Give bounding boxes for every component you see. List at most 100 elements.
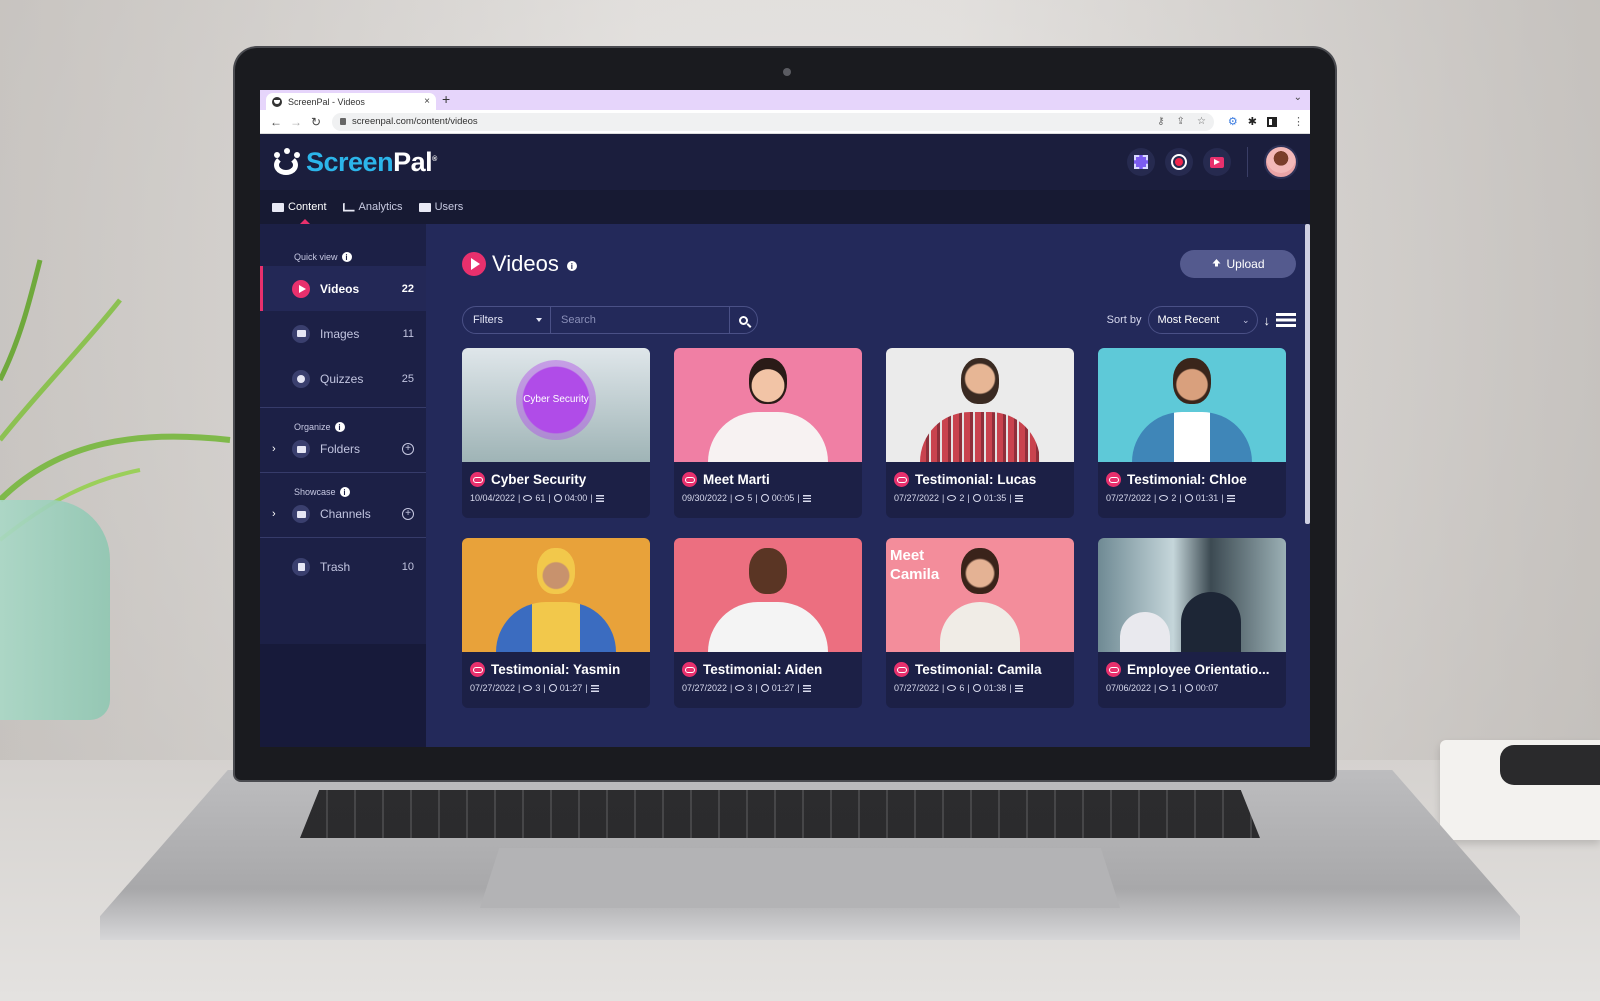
extensions-puzzle-icon[interactable]: ✱ <box>1248 115 1257 128</box>
sort-select[interactable]: Most Recent ⌄ <box>1147 306 1258 334</box>
video-thumbnail[interactable]: Meet Camila <box>886 538 1074 652</box>
share-link-icon[interactable] <box>894 472 909 487</box>
channel-monitor-icon <box>292 505 310 523</box>
video-views: 2 <box>1171 493 1177 503</box>
video-card[interactable]: Testimonial: Yasmin 07/27/2022 | 3 | 01:27… <box>462 538 650 708</box>
video-card[interactable]: Testimonial: Aiden 07/27/2022 | 3 | 01:27 | <box>674 538 862 708</box>
main-content: Videos i Upload Filters Sort by <box>426 224 1310 747</box>
video-card[interactable]: Employee Orientatio... 07/06/2022 | 1 | 00… <box>1098 538 1286 708</box>
tab-users[interactable]: Users <box>418 201 463 213</box>
video-thumbnail[interactable] <box>674 538 862 652</box>
share-link-icon[interactable] <box>894 662 909 677</box>
info-icon[interactable]: i <box>339 487 350 497</box>
video-meta: 07/27/2022 | 3 | 01:27 | <box>682 683 854 693</box>
lock-icon <box>340 118 346 125</box>
video-views: 5 <box>747 493 753 503</box>
more-menu-icon[interactable] <box>590 684 599 692</box>
share-link-icon[interactable] <box>1106 472 1121 487</box>
sidebar-item-label: Quizzes <box>320 371 364 386</box>
video-date: 07/06/2022 <box>1106 683 1152 693</box>
laptop-screen: ScreenPal - Videos × + ⌄ ← → ↻ screenpal… <box>260 90 1310 747</box>
chevron-right-icon[interactable]: › <box>272 443 276 455</box>
list-view-icon[interactable] <box>1276 313 1296 327</box>
sort-by-label: Sort by <box>1106 314 1142 326</box>
add-channel-icon[interactable]: + <box>402 508 414 520</box>
video-card[interactable]: Meet Marti 09/30/2022 | 5 | 00:05 | <box>674 348 862 518</box>
info-icon[interactable]: i <box>341 252 352 262</box>
screenpal-extension-icon[interactable]: ⚙ <box>1228 115 1238 128</box>
video-thumbnail[interactable] <box>1098 348 1286 462</box>
address-bar[interactable]: screenpal.com/content/videos ⚷ ⇪ ☆ <box>332 112 1214 131</box>
share-link-icon[interactable] <box>470 472 485 487</box>
views-eye-icon <box>1159 495 1169 501</box>
sidebar-item-images[interactable]: Images 11 <box>260 311 426 356</box>
filters-dropdown[interactable]: Filters <box>463 307 551 333</box>
video-title: Meet Marti <box>703 472 770 487</box>
screenpal-logo[interactable]: ScreenPal® <box>272 147 437 178</box>
screenshot-capture-icon <box>1134 155 1148 169</box>
tab-analytics[interactable]: Analytics <box>342 201 403 213</box>
tab-close-icon[interactable]: × <box>424 96 430 107</box>
quizzes-count: 25 <box>401 372 414 385</box>
share-link-icon[interactable] <box>1106 662 1121 677</box>
sidebar-item-folders[interactable]: › Folders + <box>260 432 426 466</box>
video-card[interactable]: Meet Camila Testimonial: Camila 07/27/20… <box>886 538 1074 708</box>
forward-button[interactable]: → <box>286 115 306 129</box>
sidebar-item-quizzes[interactable]: Quizzes 25 <box>260 356 426 401</box>
side-panel-icon[interactable] <box>1267 116 1277 127</box>
more-menu-icon[interactable] <box>802 494 811 502</box>
info-icon[interactable]: i <box>566 261 577 271</box>
sort-direction-icon[interactable]: ↓ <box>1264 313 1271 328</box>
reload-button[interactable]: ↻ <box>306 115 326 129</box>
share-icon[interactable]: ⇪ <box>1177 116 1185 127</box>
password-key-icon[interactable]: ⚷ <box>1157 116 1164 127</box>
new-tab-button[interactable]: + <box>442 91 450 107</box>
page-title: Videos <box>492 251 559 276</box>
sidebar-item-videos[interactable]: Videos 22 <box>260 266 426 311</box>
screenshot-button[interactable] <box>1127 148 1155 176</box>
more-menu-icon[interactable] <box>1014 494 1023 502</box>
video-card[interactable]: Testimonial: Lucas 07/27/2022 | 2 | 01:35 | <box>886 348 1074 518</box>
video-thumbnail[interactable] <box>674 348 862 462</box>
share-link-icon[interactable] <box>682 662 697 677</box>
more-menu-icon[interactable] <box>1014 684 1023 692</box>
duration-clock-icon <box>1184 684 1193 692</box>
info-icon[interactable]: i <box>334 422 345 432</box>
browser-tab[interactable]: ScreenPal - Videos × <box>266 93 436 110</box>
tab-content[interactable]: Content <box>272 201 327 224</box>
add-folder-icon[interactable]: + <box>402 443 414 455</box>
video-card[interactable]: Testimonial: Chloe 07/27/2022 | 2 | 01:31 | <box>1098 348 1286 518</box>
tab-search-chevron-icon[interactable]: ⌄ <box>1294 92 1302 103</box>
video-play-icon <box>292 279 310 298</box>
video-title: Employee Orientatio... <box>1127 662 1270 677</box>
record-button[interactable] <box>1165 148 1193 176</box>
bookmark-star-icon[interactable]: ☆ <box>1197 116 1206 127</box>
search-input[interactable] <box>551 307 729 333</box>
video-thumbnail[interactable]: Cyber Security <box>462 348 650 462</box>
more-menu-icon[interactable] <box>802 684 811 692</box>
more-menu-icon[interactable] <box>595 494 604 502</box>
sidebar-item-label: Videos <box>320 281 360 296</box>
video-thumbnail[interactable] <box>462 538 650 652</box>
video-card[interactable]: Cyber Security Cyber Security 10/04/2022… <box>462 348 650 518</box>
video-thumbnail[interactable] <box>1098 538 1286 652</box>
sidebar-item-channels[interactable]: › Channels + <box>260 497 426 531</box>
video-thumbnail[interactable] <box>886 348 1074 462</box>
users-icon <box>418 202 431 212</box>
browser-menu-icon[interactable]: ⋮ <box>1293 115 1304 128</box>
user-avatar[interactable] <box>1264 145 1298 179</box>
video-title: Cyber Security <box>491 472 587 487</box>
share-link-icon[interactable] <box>682 472 697 487</box>
video-date: 07/27/2022 <box>1106 493 1152 503</box>
share-link-icon[interactable] <box>470 662 485 677</box>
back-button[interactable]: ← <box>266 115 286 129</box>
upload-button[interactable]: Upload <box>1180 250 1296 278</box>
more-menu-icon[interactable] <box>1226 494 1235 502</box>
sidebar-item-trash[interactable]: Trash 10 <box>260 544 426 589</box>
video-editor-button[interactable] <box>1203 148 1231 176</box>
brand-name: ScreenPal® <box>306 146 437 177</box>
search-button[interactable] <box>729 307 757 333</box>
scrollbar[interactable] <box>1305 224 1310 524</box>
video-duration: 01:31 <box>1195 493 1219 503</box>
chevron-right-icon[interactable]: › <box>272 508 276 520</box>
